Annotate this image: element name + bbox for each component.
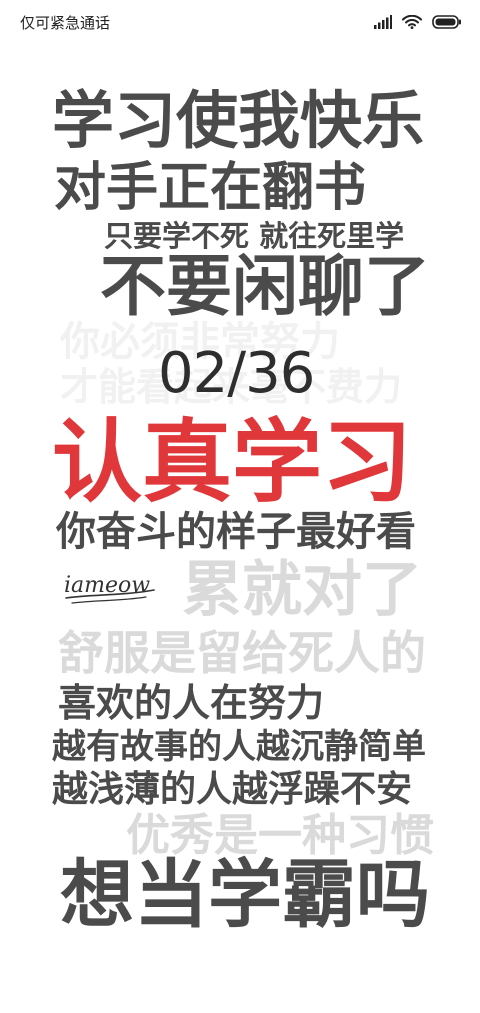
wifi-icon xyxy=(402,15,422,29)
battery-icon xyxy=(432,15,461,29)
wallpaper-line-2: 对手正在翻书 xyxy=(54,158,367,218)
wallpaper-line-8: 你奋斗的样子最好看 xyxy=(56,509,416,555)
status-bar: 仅可紧急通话 xyxy=(0,0,480,44)
wallpaper-line-7: 认真学习 xyxy=(52,410,412,515)
wallpaper-line-15: 想当学霸吗 xyxy=(60,852,430,938)
wallpaper-line-3: 只要学不死 就往死里学 xyxy=(104,219,405,253)
wallpaper-line-11: 喜欢的人在努力 xyxy=(58,681,325,725)
wallpaper-line-4: 不要闲聊了 xyxy=(100,248,430,325)
carrier-status-text: 仅可紧急通话 xyxy=(20,14,111,32)
signal-icon xyxy=(374,15,392,29)
wallpaper-line-12: 越有故事的人越沉静简单 xyxy=(52,727,426,767)
status-icons xyxy=(374,10,462,34)
wallpaper-line-13: 越浅薄的人越浮躁不安 xyxy=(52,769,413,810)
lockscreen-date: 02/36 xyxy=(158,341,315,406)
wallpaper-line-10: 舒服是留给死人的 xyxy=(58,626,426,680)
wallpaper-line-1: 学习使我快乐 xyxy=(52,84,425,157)
wallpaper-line-9: 累就对了 xyxy=(182,555,422,625)
iameow-logo: iameow xyxy=(64,573,155,604)
